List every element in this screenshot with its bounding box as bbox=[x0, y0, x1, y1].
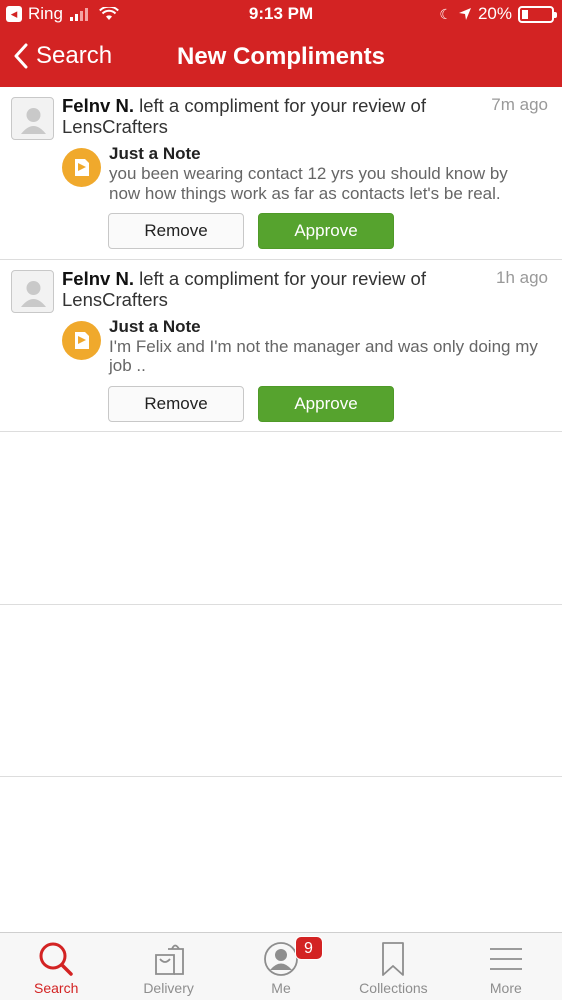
tab-collections[interactable]: Collections bbox=[337, 933, 449, 1000]
status-bar: ◂ Ring 9:13 PM ☾ 20% bbox=[0, 0, 562, 30]
avatar[interactable] bbox=[11, 97, 54, 140]
compliment-headline: Felnv N. left a compliment for your revi… bbox=[62, 268, 482, 310]
timestamp: 7m ago bbox=[491, 95, 548, 114]
location-arrow-icon bbox=[458, 8, 471, 20]
tab-label: Search bbox=[34, 980, 79, 996]
bookmark-icon bbox=[382, 942, 405, 976]
note-icon bbox=[62, 148, 101, 187]
chevron-left-icon bbox=[14, 43, 28, 69]
compliment-item: Felnv N. left a compliment for your revi… bbox=[0, 87, 562, 260]
tab-label: Delivery bbox=[143, 980, 194, 996]
battery-icon bbox=[518, 5, 557, 23]
tab-me[interactable]: 9 Me bbox=[225, 933, 337, 1000]
tab-more[interactable]: More bbox=[450, 933, 562, 1000]
search-icon bbox=[39, 942, 73, 976]
shopping-bag-icon bbox=[154, 944, 184, 975]
remove-button[interactable]: Remove bbox=[108, 213, 244, 249]
empty-row bbox=[0, 432, 562, 605]
empty-row bbox=[0, 605, 562, 777]
notification-badge: 9 bbox=[294, 936, 323, 960]
default-user-icon bbox=[21, 108, 46, 134]
remove-button[interactable]: Remove bbox=[108, 385, 244, 422]
header: ◂ Ring 9:13 PM ☾ 20% Search New Complime… bbox=[0, 0, 562, 87]
tab-label: Me bbox=[271, 980, 291, 996]
timestamp: 1h ago bbox=[496, 267, 548, 287]
user-name[interactable]: Felnv N. bbox=[62, 95, 134, 116]
user-name[interactable]: Felnv N. bbox=[62, 268, 134, 289]
tab-label: Collections bbox=[359, 980, 428, 996]
note-title: Just a Note bbox=[109, 316, 201, 336]
back-button-label: Search bbox=[36, 42, 113, 69]
moon-icon: ☾ bbox=[439, 5, 452, 22]
approve-button[interactable]: Approve bbox=[258, 213, 394, 249]
default-user-icon bbox=[21, 280, 46, 307]
note-text: you been wearing contact 12 yrs you shou… bbox=[109, 164, 508, 203]
tab-delivery[interactable]: Delivery bbox=[112, 933, 224, 1000]
status-right: ☾ 20% bbox=[439, 4, 557, 24]
approve-button[interactable]: Approve bbox=[258, 385, 394, 422]
tab-bar: Search Delivery 9 Me Collections More bbox=[0, 932, 562, 1000]
compliments-list: Felnv N. left a compliment for your revi… bbox=[0, 87, 562, 777]
note-text: I'm Felix and I'm not the manager and wa… bbox=[109, 336, 538, 376]
battery-percent: 20% bbox=[477, 4, 512, 23]
compliment-headline: Felnv N. left a compliment for your revi… bbox=[62, 95, 482, 137]
tab-search[interactable]: Search bbox=[0, 933, 112, 1000]
back-button[interactable]: Search bbox=[14, 42, 112, 70]
note-title: Just a Note bbox=[109, 144, 201, 163]
avatar[interactable] bbox=[11, 269, 54, 313]
menu-icon bbox=[489, 948, 522, 970]
compliment-item: Felnv N. left a compliment for your revi… bbox=[0, 260, 562, 432]
note-icon bbox=[62, 320, 101, 360]
tab-label: More bbox=[489, 980, 522, 996]
nav-bar: Search New Compliments bbox=[0, 30, 562, 87]
